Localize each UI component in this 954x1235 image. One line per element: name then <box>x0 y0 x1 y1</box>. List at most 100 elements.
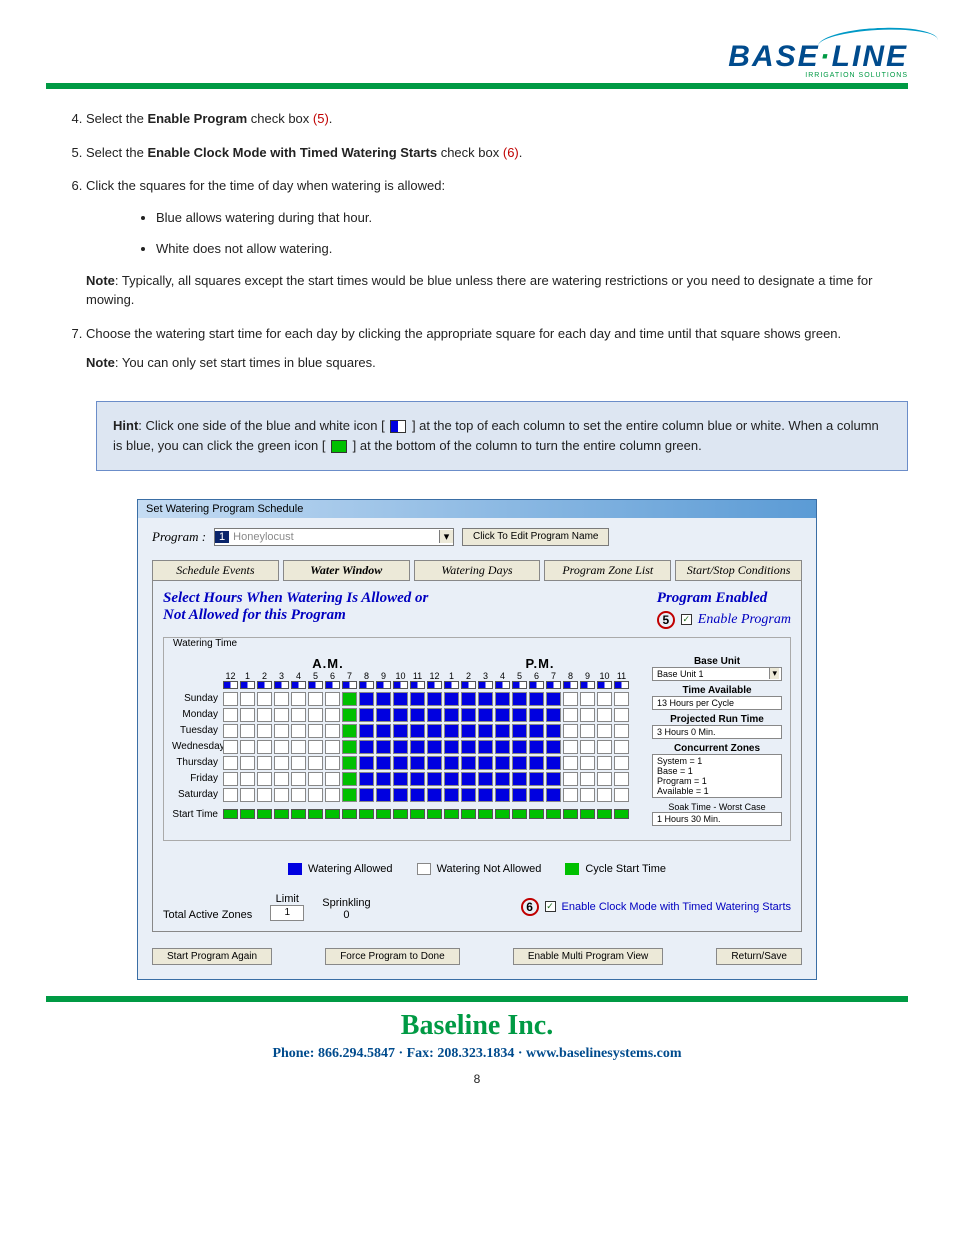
grid-cell[interactable] <box>274 788 289 802</box>
edit-program-name-button[interactable]: Click To Edit Program Name <box>462 528 609 546</box>
tab-watering-days[interactable]: Watering Days <box>414 560 541 581</box>
grid-cell[interactable] <box>325 708 340 722</box>
grid-cell[interactable] <box>461 756 476 770</box>
grid-cell[interactable] <box>257 724 272 738</box>
grid-cell[interactable] <box>393 724 408 738</box>
grid-cell[interactable] <box>597 756 612 770</box>
grid-cell[interactable] <box>427 772 442 786</box>
grid-cell[interactable] <box>274 724 289 738</box>
grid-cell[interactable] <box>274 756 289 770</box>
grid-cell[interactable] <box>291 724 306 738</box>
grid-cell[interactable] <box>495 788 510 802</box>
column-toggle-icon[interactable] <box>546 681 561 689</box>
grid-cell[interactable] <box>223 740 238 754</box>
grid-cell[interactable] <box>529 692 544 706</box>
grid-cell[interactable] <box>325 692 340 706</box>
column-toggle-icon[interactable] <box>444 681 459 689</box>
grid-cell[interactable] <box>240 724 255 738</box>
grid-cell[interactable] <box>325 756 340 770</box>
grid-cell[interactable] <box>240 692 255 706</box>
grid-cell[interactable] <box>444 756 459 770</box>
grid-cell[interactable] <box>529 756 544 770</box>
grid-cell[interactable] <box>308 708 323 722</box>
column-toggle-icon[interactable] <box>291 681 306 689</box>
grid-cell[interactable] <box>257 692 272 706</box>
grid-cell[interactable] <box>223 708 238 722</box>
start-time-toggle-icon[interactable] <box>580 809 595 819</box>
grid-cell[interactable] <box>546 708 561 722</box>
start-time-toggle-icon[interactable] <box>308 809 323 819</box>
grid-cell[interactable] <box>461 788 476 802</box>
grid-cell[interactable] <box>308 724 323 738</box>
grid-cell[interactable] <box>580 772 595 786</box>
start-time-toggle-icon[interactable] <box>444 809 459 819</box>
grid-cell[interactable] <box>478 724 493 738</box>
grid-cell[interactable] <box>495 708 510 722</box>
column-toggle-icon[interactable] <box>461 681 476 689</box>
enable-clock-mode-checkbox[interactable]: ✓ <box>545 901 556 912</box>
grid-cell[interactable] <box>495 756 510 770</box>
grid-cell[interactable] <box>597 708 612 722</box>
grid-cell[interactable] <box>308 692 323 706</box>
grid-cell[interactable] <box>291 756 306 770</box>
grid-cell[interactable] <box>546 724 561 738</box>
program-select[interactable]: 1 Honeylocust ▾ <box>214 528 454 546</box>
grid-cell[interactable] <box>291 708 306 722</box>
grid-cell[interactable] <box>274 740 289 754</box>
grid-cell[interactable] <box>376 708 391 722</box>
grid-cell[interactable] <box>257 756 272 770</box>
grid-cell[interactable] <box>563 772 578 786</box>
grid-cell[interactable] <box>529 788 544 802</box>
grid-cell[interactable] <box>512 708 527 722</box>
grid-cell[interactable] <box>580 756 595 770</box>
grid-cell[interactable] <box>478 756 493 770</box>
grid-cell[interactable] <box>291 740 306 754</box>
grid-cell[interactable] <box>257 708 272 722</box>
grid-cell[interactable] <box>461 724 476 738</box>
grid-cell[interactable] <box>597 788 612 802</box>
grid-cell[interactable] <box>495 740 510 754</box>
column-toggle-icon[interactable] <box>410 681 425 689</box>
start-time-toggle-icon[interactable] <box>512 809 527 819</box>
grid-cell[interactable] <box>308 788 323 802</box>
limit-input[interactable] <box>270 905 304 921</box>
grid-cell[interactable] <box>427 692 442 706</box>
grid-cell[interactable] <box>546 788 561 802</box>
start-program-again-button[interactable]: Start Program Again <box>152 948 272 965</box>
grid-cell[interactable] <box>342 708 357 722</box>
return-save-button[interactable]: Return/Save <box>716 948 802 965</box>
grid-cell[interactable] <box>325 740 340 754</box>
grid-cell[interactable] <box>342 740 357 754</box>
grid-cell[interactable] <box>274 692 289 706</box>
column-toggle-icon[interactable] <box>376 681 391 689</box>
grid-cell[interactable] <box>410 692 425 706</box>
chevron-down-icon[interactable]: ▾ <box>439 530 453 543</box>
grid-cell[interactable] <box>495 772 510 786</box>
grid-cell[interactable] <box>546 740 561 754</box>
grid-cell[interactable] <box>512 756 527 770</box>
grid-cell[interactable] <box>427 708 442 722</box>
grid-cell[interactable] <box>291 692 306 706</box>
grid-cell[interactable] <box>580 708 595 722</box>
column-toggle-icon[interactable] <box>257 681 272 689</box>
start-time-toggle-icon[interactable] <box>495 809 510 819</box>
grid-cell[interactable] <box>512 788 527 802</box>
start-time-toggle-icon[interactable] <box>529 809 544 819</box>
column-toggle-icon[interactable] <box>495 681 510 689</box>
start-time-toggle-icon[interactable] <box>478 809 493 819</box>
grid-cell[interactable] <box>614 772 629 786</box>
grid-cell[interactable] <box>444 724 459 738</box>
base-unit-select[interactable]: Base Unit 1 <box>652 667 782 681</box>
grid-cell[interactable] <box>563 740 578 754</box>
column-toggle-icon[interactable] <box>223 681 238 689</box>
grid-cell[interactable] <box>461 772 476 786</box>
tab-start-stop-conditions[interactable]: Start/Stop Conditions <box>675 560 802 581</box>
grid-cell[interactable] <box>546 772 561 786</box>
grid-cell[interactable] <box>597 692 612 706</box>
start-time-toggle-icon[interactable] <box>427 809 442 819</box>
grid-cell[interactable] <box>597 772 612 786</box>
grid-cell[interactable] <box>342 772 357 786</box>
grid-cell[interactable] <box>223 788 238 802</box>
grid-cell[interactable] <box>325 772 340 786</box>
grid-cell[interactable] <box>376 788 391 802</box>
